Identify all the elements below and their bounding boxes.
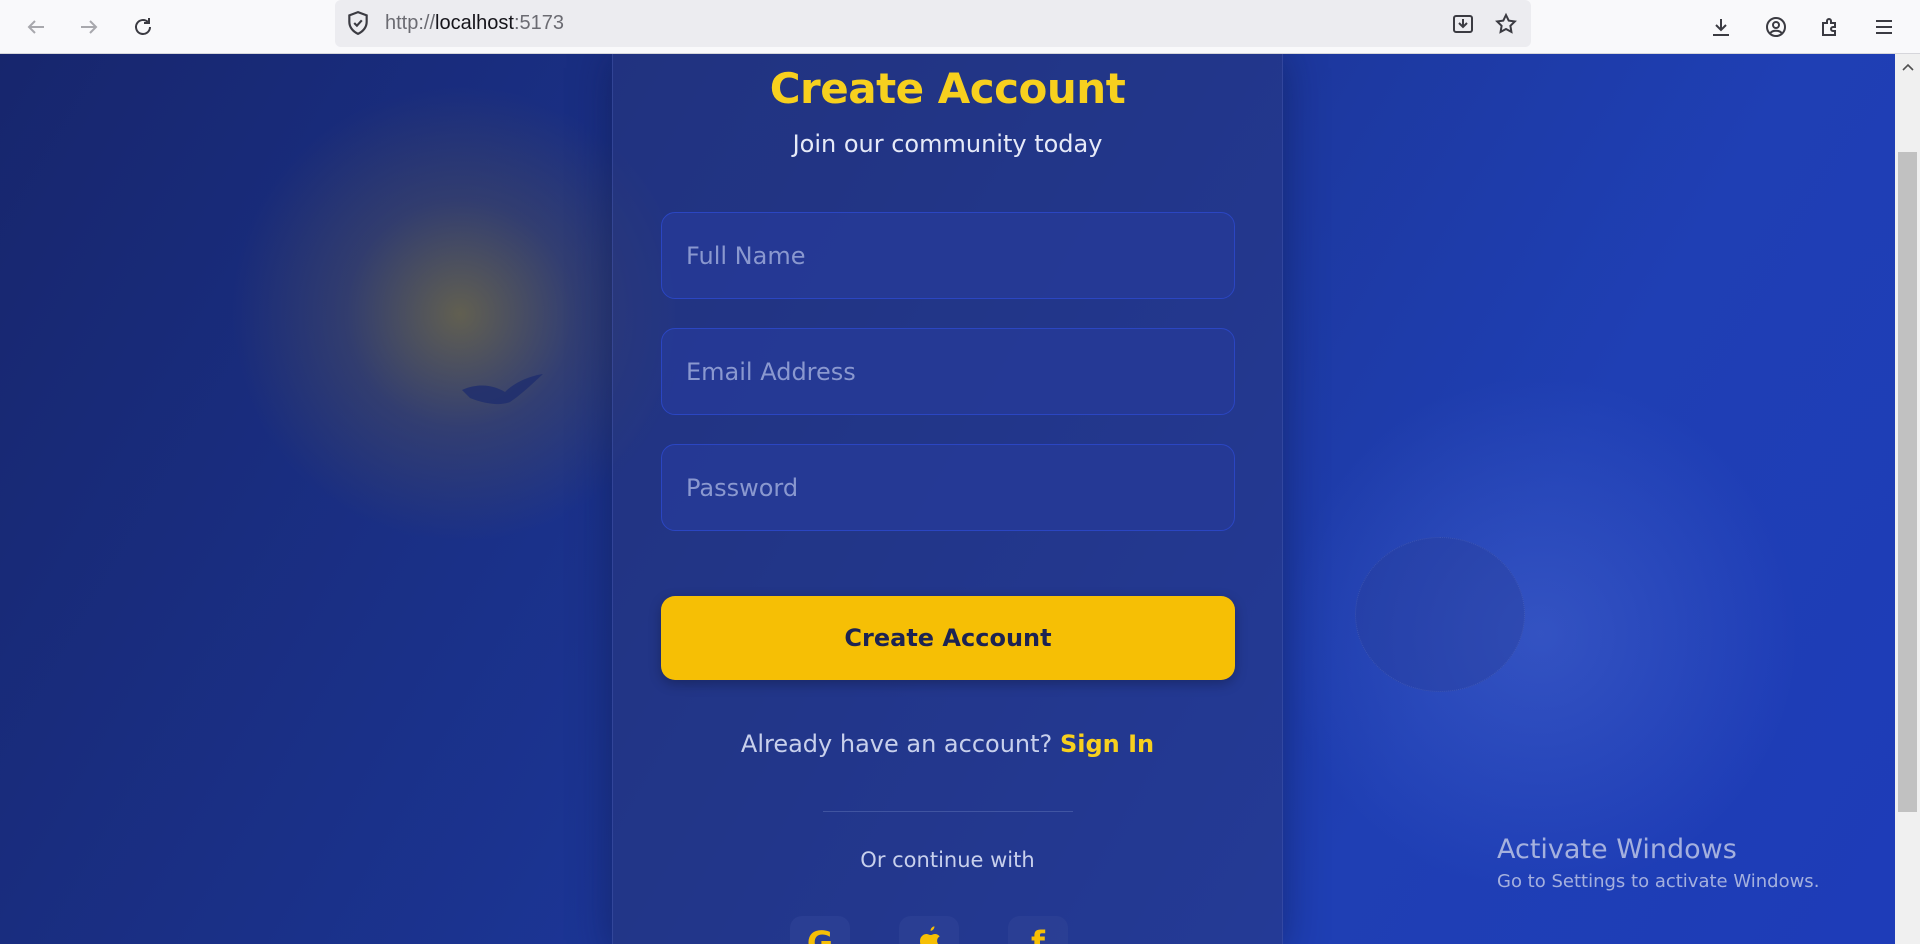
divider [823,811,1073,812]
scroll-up-button[interactable] [1895,54,1920,80]
email-input[interactable] [661,328,1235,415]
arrow-right-icon [81,20,98,34]
save-page-button[interactable] [1447,8,1479,40]
extensions-button[interactable] [1811,8,1849,46]
scrollbar-thumb[interactable] [1898,152,1917,812]
activate-subtitle: Go to Settings to activate Windows. [1497,871,1820,892]
apple-icon [914,924,944,944]
password-input[interactable] [661,444,1235,531]
google-button[interactable]: G [790,916,850,944]
url-bar[interactable]: http://localhost:5173 [335,0,1531,47]
full-name-input[interactable] [661,212,1235,299]
page-title: Create Account [769,64,1126,113]
download-icon [1713,19,1729,36]
signup-card: Create Account Join our community today … [612,54,1283,944]
menu-button[interactable] [1865,8,1903,46]
activate-title: Activate Windows [1497,834,1737,865]
vertical-scrollbar[interactable] [1895,54,1920,944]
sign-in-link[interactable]: Sign In [1060,730,1154,758]
facebook-icon: f [1031,924,1045,944]
already-have-account: Already have an account? Sign In [613,730,1282,758]
puzzle-icon [1822,18,1836,36]
background-blob [1355,537,1525,692]
chevron-up-icon [1901,63,1914,71]
page-viewport: Create Account Join our community today … [0,54,1895,944]
downloads-button[interactable] [1702,8,1740,46]
browser-toolbar: http://localhost:5173 [0,0,1920,54]
apple-button[interactable] [899,916,959,944]
windows-activation-watermark: Activate Windows Go to Settings to activ… [1497,834,1819,892]
create-account-button[interactable]: Create Account [661,596,1235,680]
url-text: http://localhost:5173 [385,12,564,35]
shield-icon [345,10,371,40]
account-icon [1766,17,1786,37]
star-icon [1495,12,1517,34]
arrow-left-icon [27,20,44,34]
reload-button[interactable] [124,8,162,46]
google-icon: G [806,924,834,944]
url-scheme: http:// [385,12,436,34]
reload-icon [135,18,151,35]
back-button[interactable] [17,8,55,46]
url-port: :5173 [513,12,565,34]
download-box-icon [1453,15,1473,33]
hamburger-icon [1876,20,1892,34]
page-subtitle: Join our community today [792,130,1103,158]
continue-with-label: Or continue with [860,848,1035,872]
url-host: localhost [435,12,514,34]
bookmark-button[interactable] [1490,8,1522,40]
already-text: Already have an account? [740,730,1053,758]
account-button[interactable] [1757,8,1795,46]
facebook-button[interactable]: f [1008,916,1068,944]
forward-button[interactable] [70,8,108,46]
decorative-bird-shape [462,374,543,405]
